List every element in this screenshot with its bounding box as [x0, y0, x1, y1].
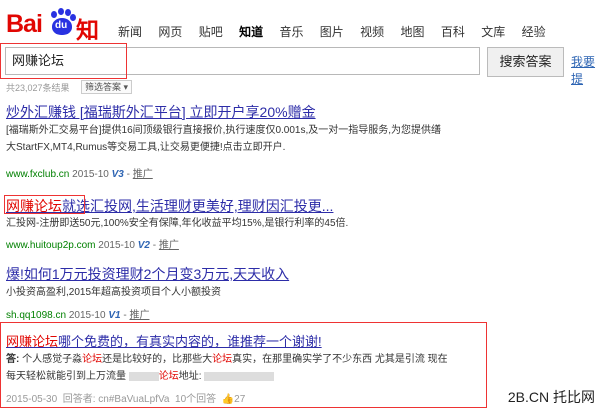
nav-tieba[interactable]: 贴吧 — [199, 25, 223, 39]
result-4-answerer[interactable]: 回答者: cn#BaVuaLpfVa — [63, 394, 170, 405]
result-2-url[interactable]: www.huitoup2p.com — [6, 240, 96, 251]
keyword-highlight-box — [4, 195, 85, 214]
result-4-meta: 2015-05-30 回答者: cn#BaVuaLpfVa 10个回答 👍27 — [6, 390, 245, 405]
result-2-meta: www.huitoup2p.com 2015-10 V2 - 推广 — [6, 240, 179, 251]
result-1-title[interactable]: 炒外汇赚钱 [福瑞斯外汇平台] 立即开户享20%赠金 — [6, 102, 316, 122]
result-3-desc: 小投资高盈利,2015年超高投资项目个人小额投资 — [6, 287, 222, 298]
result-1-ad-label[interactable]: 推广 — [133, 169, 153, 180]
search-answers-button[interactable]: 搜索答案 — [487, 47, 564, 77]
result-4-likes: 27 — [234, 394, 246, 405]
result-1-date: 2015-10 — [72, 169, 109, 180]
nav-wenku[interactable]: 文库 — [481, 25, 505, 39]
nav-music[interactable]: 音乐 — [279, 25, 303, 39]
result-2-title-rest: 就选汇投网,生活理财更美好,理财因汇投更... — [62, 198, 334, 214]
result-4-title-keyword: 网赚论坛 — [6, 334, 59, 349]
result-4-answer-line1: 答: 个人感觉子淼论坛还是比较好的，比那些大论坛真实，在那里确实学了不少东西 尤… — [6, 354, 448, 365]
nav-news[interactable]: 新闻 — [118, 25, 142, 39]
result-3-url[interactable]: sh.qq1098.cn — [6, 310, 66, 321]
result-4-answer-count[interactable]: 10个回答 — [175, 394, 216, 405]
watermark: 2B.CN 托比网 — [507, 389, 595, 405]
ask-question-link[interactable]: 我要提 — [571, 53, 600, 87]
top-nav: 新闻 网页 贴吧 知道 音乐 图片 视频 地图 百科 文库 经验 — [118, 23, 559, 40]
result-4-title-rest: 哪个免费的，有真实内容的，谁推荐一个谢谢! — [58, 334, 322, 349]
result-4-title[interactable]: 网赚论坛哪个免费的，有真实内容的，谁推荐一个谢谢! — [6, 331, 322, 350]
nav-web[interactable]: 网页 — [158, 25, 182, 39]
nav-map[interactable]: 地图 — [401, 25, 425, 39]
answer-label: 答: — [6, 354, 20, 365]
result-1-desc-line2: 大StartFX,MT4,Rumus等交易工具,让交易更便捷!点击立即开户. — [6, 142, 286, 153]
result-1-meta: www.fxclub.cn 2015-10 V3 - 推广 — [6, 169, 153, 180]
blurred-text — [128, 371, 159, 381]
logo-du-text: du — [55, 20, 68, 31]
result-2-ad-label[interactable]: 推广 — [159, 240, 179, 251]
filter-label: 筛选答案 — [85, 82, 122, 92]
result-3-meta: sh.qq1098.cn 2015-10 V1 - 推广 — [6, 310, 150, 321]
nav-zhidao[interactable]: 知道 — [239, 25, 263, 39]
nav-video[interactable]: 视频 — [360, 25, 384, 39]
result-2-verify-badge[interactable]: V2 — [138, 240, 150, 251]
result-3-verify-badge[interactable]: V1 — [108, 310, 120, 321]
nav-baike[interactable]: 百科 — [441, 25, 465, 39]
thumbs-up-icon[interactable]: 👍 — [222, 394, 234, 405]
result-2-desc: 汇投网-注册即送50元,100%安全有保障,年化收益平均15%,是银行利率的45… — [6, 218, 349, 229]
result-3-title[interactable]: 爆!如何1万元投资理财2个月变3万元,天天收入 — [6, 264, 289, 284]
result-3-ad-label[interactable]: 推广 — [129, 310, 149, 321]
result-4-answer-line2: 每天轻松就能引到上万流量 论坛地址: — [6, 368, 275, 385]
result-4-date: 2015-05-30 — [6, 394, 58, 405]
result-3-date: 2015-10 — [68, 310, 106, 321]
search-highlight-box — [0, 43, 127, 79]
result-1-desc-line1: [福瑞斯外汇交易平台]提供16间顶级银行直接报价,执行速度仅0.001s,及一对… — [6, 125, 442, 136]
result-2-date: 2015-10 — [98, 240, 135, 251]
nav-images[interactable]: 图片 — [320, 25, 344, 39]
logo-bai-text: Bai — [6, 10, 43, 38]
baidu-zhidao-logo[interactable]: Bai du 知道 — [6, 4, 104, 78]
filter-answers-dropdown[interactable]: 筛选答案 ▾ — [81, 80, 133, 94]
result-1-verify-badge[interactable]: V3 — [112, 169, 124, 180]
result-count: 共23,027条结果 — [6, 83, 70, 93]
nav-jingyan[interactable]: 经验 — [522, 25, 546, 39]
result-1-url[interactable]: www.fxclub.cn — [6, 169, 69, 180]
blurred-link — [204, 371, 275, 381]
